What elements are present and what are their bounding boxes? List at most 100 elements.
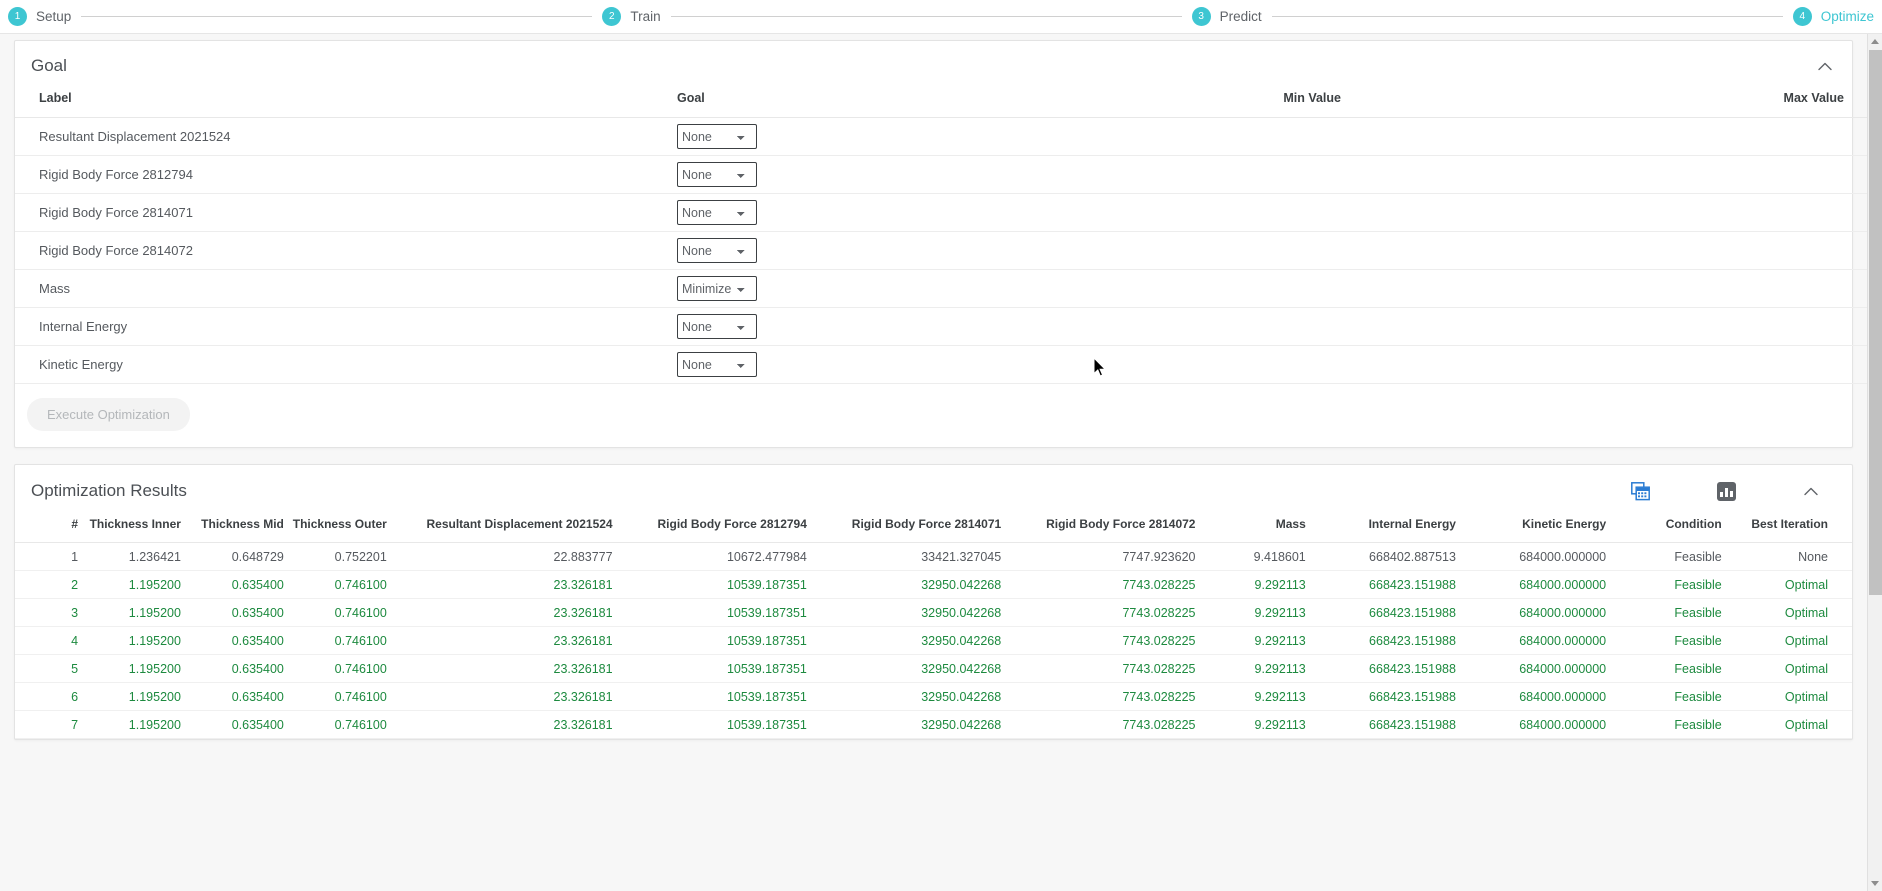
results-col-3: Thickness Outer: [283, 517, 387, 543]
scroll-up-arrow-icon[interactable]: [1868, 34, 1882, 49]
goal-select-6[interactable]: NoneMinimizeMaximize: [677, 352, 757, 377]
results-cell-force_2814072: 7743.028225: [1001, 570, 1196, 599]
results-table-row[interactable]: 2 1.195200 0.635400 0.746100 23.326181 10539.…: [15, 570, 1852, 599]
stepper-step-predict[interactable]: 3 Predict: [1191, 7, 1262, 26]
goal-card-title: Goal: [31, 56, 67, 75]
results-cell-force_2812794: 10539.187351: [612, 682, 807, 711]
goal-collapse-chevron-up-icon[interactable]: [1814, 55, 1836, 77]
stepper-step-setup[interactable]: 1 Setup: [8, 7, 71, 26]
stepper-step-optimize[interactable]: 4 Optimize: [1792, 7, 1874, 26]
results-cell-idx: 3: [15, 598, 79, 627]
goal-actions: Execute Optimization: [15, 384, 1852, 447]
results-cell-force_2814071: 32950.042268: [806, 626, 1002, 655]
results-collapse-chevron-up-icon[interactable]: [1800, 480, 1822, 502]
results-cell-condition: Feasible: [1606, 710, 1722, 739]
goal-row-select-cell: NoneMinimizeMaximize: [677, 269, 1027, 308]
goal-row-label: Resultant Displacement 2021524: [15, 117, 677, 156]
stepper-step-label: Predict: [1219, 9, 1262, 24]
goal-select-0[interactable]: NoneMinimizeMaximize: [677, 124, 757, 149]
optimization-results-card: Optimization Results # Thickness Inner T…: [14, 464, 1853, 740]
goal-table-body: Resultant Displacement 2021524NoneMinimi…: [15, 117, 1867, 384]
copy-table-icon[interactable]: [1628, 479, 1652, 503]
bar-chart-icon[interactable]: [1714, 479, 1738, 503]
goal-row-label: Kinetic Energy: [15, 345, 677, 384]
goal-row-select-cell: NoneMinimizeMaximize: [677, 307, 1027, 346]
results-cell-thickness_outer: 0.746100: [283, 682, 387, 711]
results-cell-idx: 2: [15, 570, 79, 599]
results-cell-internal_energy: 668423.151988: [1305, 710, 1456, 739]
results-cell-thickness_mid: 0.635400: [180, 598, 284, 627]
results-table: # Thickness Inner Thickness Mid Thickness O…: [15, 517, 1852, 739]
execute-optimization-button[interactable]: Execute Optimization: [27, 398, 190, 431]
results-cell-force_2814072: 7743.028225: [1001, 710, 1196, 739]
goal-table-row: Kinetic EnergyNoneMinimizeMaximize: [15, 345, 1867, 384]
goal-row-max-value: [1341, 155, 1867, 194]
results-table-row[interactable]: 1 1.236421 0.648729 0.752201 22.883777 10672.…: [15, 542, 1852, 571]
scrollbar-thumb[interactable]: [1869, 50, 1882, 595]
results-cell-thickness_outer: 0.746100: [283, 626, 387, 655]
results-cell-kinetic_energy: 684000.000000: [1455, 710, 1607, 739]
results-cell-best_iteration: Optimal: [1721, 710, 1852, 739]
results-cell-thickness_outer: 0.746100: [283, 570, 387, 599]
results-cell-thickness_inner: 1.195200: [78, 710, 181, 739]
results-col-7: Rigid Body Force 2814072: [1001, 517, 1196, 543]
stepper-step-number: 2: [602, 7, 622, 26]
results-cell-kinetic_energy: 684000.000000: [1455, 542, 1607, 571]
goal-row-select-cell: NoneMinimizeMaximize: [677, 231, 1027, 270]
results-cell-mass: 9.292113: [1195, 682, 1306, 711]
results-cell-force_2814071: 32950.042268: [806, 682, 1002, 711]
stepper-step-train[interactable]: 2 Train: [602, 7, 661, 26]
results-cell-mass: 9.292113: [1195, 654, 1306, 683]
results-cell-thickness_mid: 0.635400: [180, 570, 284, 599]
results-cell-resultant_displacement: 22.883777: [386, 542, 613, 571]
goal-select-3[interactable]: NoneMinimizeMaximize: [677, 238, 757, 263]
results-cell-resultant_displacement: 23.326181: [386, 654, 613, 683]
results-table-row[interactable]: 7 1.195200 0.635400 0.746100 23.326181 10539.…: [15, 710, 1852, 739]
results-cell-force_2814072: 7743.028225: [1001, 626, 1196, 655]
results-cell-force_2814071: 32950.042268: [806, 598, 1002, 627]
results-cell-force_2814071: 32950.042268: [806, 570, 1002, 599]
goal-row-max-value: [1341, 231, 1867, 270]
results-cell-force_2812794: 10672.477984: [612, 542, 807, 571]
results-col-12: Best Iteration: [1721, 517, 1852, 543]
results-cell-kinetic_energy: 684000.000000: [1455, 598, 1607, 627]
results-table-row[interactable]: 4 1.195200 0.635400 0.746100 23.326181 10539.…: [15, 626, 1852, 655]
results-cell-thickness_inner: 1.236421: [78, 542, 181, 571]
results-col-6: Rigid Body Force 2814071: [806, 517, 1002, 543]
vertical-scrollbar[interactable]: [1867, 34, 1882, 891]
goal-select-4[interactable]: NoneMinimizeMaximize: [677, 276, 757, 301]
goal-select-2[interactable]: NoneMinimizeMaximize: [677, 200, 757, 225]
results-col-5: Rigid Body Force 2812794: [612, 517, 807, 543]
results-table-row[interactable]: 5 1.195200 0.635400 0.746100 23.326181 10539.…: [15, 654, 1852, 683]
goal-row-min-value: [1027, 269, 1341, 308]
results-table-row[interactable]: 6 1.195200 0.635400 0.746100 23.326181 10539.…: [15, 682, 1852, 711]
results-col-1: Thickness Inner: [78, 517, 181, 543]
goal-table-header-row: Label Goal Min Value Max Value: [15, 91, 1867, 118]
results-header-row: # Thickness Inner Thickness Mid Thickness O…: [15, 517, 1852, 543]
goal-table-row: Rigid Body Force 2812794NoneMinimizeMaxi…: [15, 155, 1867, 194]
results-col-10: Kinetic Energy: [1455, 517, 1607, 543]
results-cell-thickness_outer: 0.752201: [283, 542, 387, 571]
goal-row-label: Rigid Body Force 2814072: [15, 231, 677, 270]
results-cell-force_2812794: 10539.187351: [612, 598, 807, 627]
page-scroll-region: Goal Label Goal Min Value Max Value Resu…: [0, 34, 1882, 891]
results-cell-kinetic_energy: 684000.000000: [1455, 654, 1607, 683]
results-cell-resultant_displacement: 23.326181: [386, 710, 613, 739]
goal-col-max-value: Max Value: [1341, 91, 1867, 118]
goal-select-5[interactable]: NoneMinimizeMaximize: [677, 314, 757, 339]
goal-row-min-value: [1027, 117, 1341, 156]
results-cell-best_iteration: Optimal: [1721, 626, 1852, 655]
results-table-row[interactable]: 3 1.195200 0.635400 0.746100 23.326181 10539.…: [15, 598, 1852, 627]
results-cell-thickness_inner: 1.195200: [78, 570, 181, 599]
results-cell-best_iteration: None: [1721, 542, 1852, 571]
scroll-down-arrow-icon[interactable]: [1868, 876, 1882, 891]
results-cell-resultant_displacement: 23.326181: [386, 570, 613, 599]
results-cell-force_2812794: 10539.187351: [612, 570, 807, 599]
goal-col-goal: Goal: [677, 91, 1027, 118]
goal-select-1[interactable]: NoneMinimizeMaximize: [677, 162, 757, 187]
results-cell-condition: Feasible: [1606, 570, 1722, 599]
results-col-2: Thickness Mid: [180, 517, 284, 543]
results-cell-idx: 7: [15, 710, 79, 739]
results-cell-best_iteration: Optimal: [1721, 598, 1852, 627]
goal-card-header: Goal: [15, 41, 1852, 91]
